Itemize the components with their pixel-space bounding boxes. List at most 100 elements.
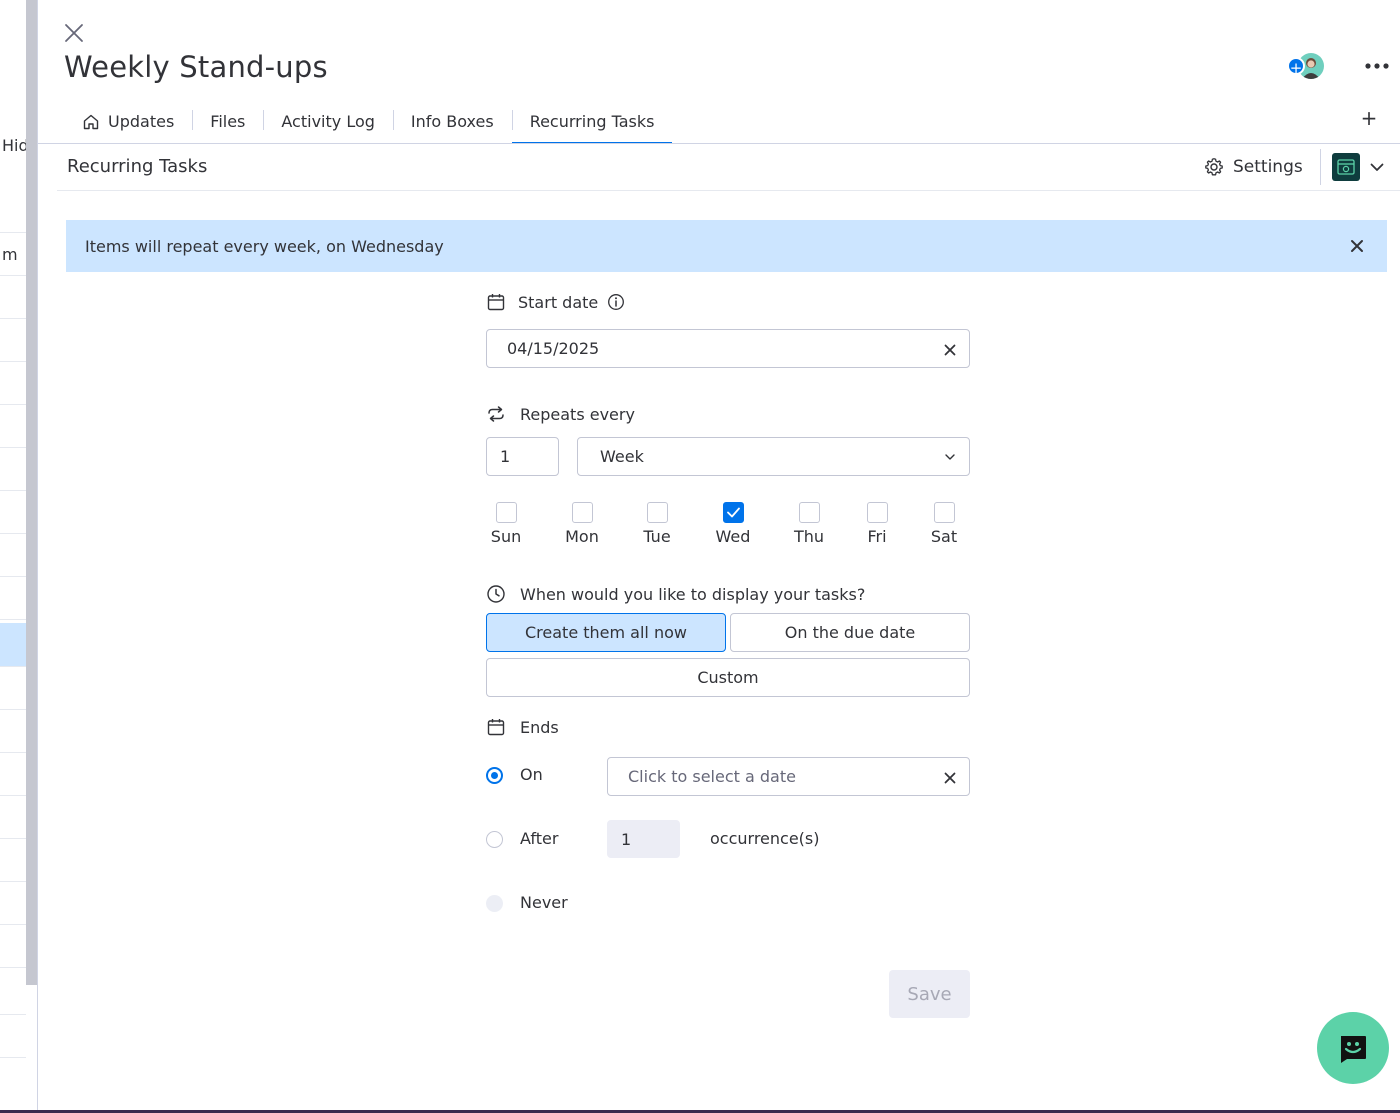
day-sun[interactable]: Sun xyxy=(486,502,526,546)
day-tue[interactable]: Tue xyxy=(637,502,677,546)
recurring-app-icon[interactable] xyxy=(1332,153,1360,181)
board-row-line xyxy=(0,666,26,667)
day-wed[interactable]: Wed xyxy=(713,502,753,546)
end-date-input[interactable]: Click to select a date xyxy=(607,757,970,796)
item-panel: Weekly Stand-ups + Updates Files Activit… xyxy=(38,0,1400,1110)
board-row-line xyxy=(0,795,26,796)
day-label: Wed xyxy=(715,527,751,546)
banner-text: Items will repeat every week, on Wednesd… xyxy=(85,236,444,256)
day-checkbox[interactable] xyxy=(866,502,888,523)
tab-updates[interactable]: Updates xyxy=(64,100,192,143)
occurrences-input[interactable]: 1 xyxy=(607,820,680,858)
on-due-date-button[interactable]: On the due date xyxy=(730,613,970,652)
ends-label: Ends xyxy=(520,717,559,737)
day-checkbox[interactable] xyxy=(571,502,593,523)
board-row-line xyxy=(0,275,26,276)
tab-label: Updates xyxy=(108,112,175,131)
board-row-line xyxy=(0,447,26,448)
tab-files[interactable]: Files xyxy=(192,100,263,143)
day-checkbox[interactable] xyxy=(495,502,517,523)
tab-recurring-tasks[interactable]: Recurring Tasks xyxy=(511,100,673,144)
more-options-icon[interactable] xyxy=(1363,54,1391,78)
board-text-fragment: Hid xyxy=(2,136,29,155)
repeats-label-row: Repeats every xyxy=(486,404,635,424)
clear-icon[interactable] xyxy=(943,342,957,356)
calendar-icon xyxy=(487,719,505,736)
ends-never-label: Never xyxy=(520,893,568,912)
ends-after-radio[interactable] xyxy=(486,831,503,848)
board-row-line xyxy=(0,619,26,620)
repeat-unit-value: Week xyxy=(600,447,644,466)
save-button[interactable]: Save xyxy=(889,970,970,1018)
panel-tabs: Updates Files Activity Log Info Boxes Re… xyxy=(64,100,673,144)
custom-button[interactable]: Custom xyxy=(486,658,970,697)
tab-activity-log[interactable]: Activity Log xyxy=(263,100,393,143)
day-label: Fri xyxy=(867,527,887,546)
close-icon[interactable] xyxy=(62,21,86,45)
weekday-selector: Sun Mon Tue Wed Thu Fri Sat xyxy=(486,502,970,548)
day-label: Mon xyxy=(565,527,599,546)
ends-never-radio[interactable] xyxy=(486,895,503,912)
section-title: Recurring Tasks xyxy=(67,156,208,177)
end-date-placeholder: Click to select a date xyxy=(628,767,796,786)
chevron-down-icon[interactable] xyxy=(1368,158,1386,176)
info-icon[interactable] xyxy=(607,293,625,311)
subscribers[interactable]: + xyxy=(1287,52,1324,80)
board-row-line xyxy=(0,967,26,968)
repeat-unit-select[interactable]: Week xyxy=(577,437,970,476)
option-label: Custom xyxy=(697,668,759,687)
ends-on-radio[interactable] xyxy=(486,767,503,784)
board-row-line xyxy=(0,533,26,534)
tabs-divider xyxy=(38,143,1400,144)
tab-info-boxes[interactable]: Info Boxes xyxy=(392,100,512,143)
day-label: Sat xyxy=(930,527,958,546)
help-chat-button[interactable] xyxy=(1317,1012,1389,1084)
start-date-input[interactable]: 04/15/2025 xyxy=(486,329,970,368)
chevron-down-icon xyxy=(945,454,955,460)
repeats-label: Repeats every xyxy=(520,404,635,424)
day-checkbox[interactable] xyxy=(798,502,820,523)
home-icon xyxy=(83,114,99,129)
board-row-line xyxy=(0,1014,26,1015)
tab-label: Recurring Tasks xyxy=(529,112,655,131)
day-label: Thu xyxy=(793,527,825,546)
calendar-icon xyxy=(487,294,505,311)
tab-label: Activity Log xyxy=(281,112,375,131)
day-mon[interactable]: Mon xyxy=(562,502,602,546)
add-tab-button[interactable]: + xyxy=(1358,106,1380,130)
board-row-line xyxy=(0,752,26,753)
display-question: When would you like to display your task… xyxy=(520,584,866,604)
day-thu[interactable]: Thu xyxy=(789,502,829,546)
info-banner: Items will repeat every week, on Wednesd… xyxy=(66,220,1387,272)
board-row-line xyxy=(0,361,26,362)
repeat-icon xyxy=(488,406,504,422)
clock-icon xyxy=(487,585,505,603)
day-checkbox[interactable] xyxy=(722,502,744,523)
ends-label-row: Ends xyxy=(486,717,559,737)
page-title: Weekly Stand-ups xyxy=(64,50,328,84)
board-selected-row[interactable] xyxy=(0,623,26,666)
ends-after-label: After xyxy=(520,829,559,848)
board-row-line xyxy=(0,838,26,839)
day-fri[interactable]: Fri xyxy=(857,502,897,546)
day-checkbox[interactable] xyxy=(933,502,955,523)
header-separator xyxy=(1320,149,1321,185)
add-subscriber-icon[interactable]: + xyxy=(1287,57,1305,77)
start-date-label-row: Start date xyxy=(486,292,625,312)
board-row-line xyxy=(0,881,26,882)
day-checkbox[interactable] xyxy=(646,502,668,523)
start-date-label: Start date xyxy=(518,292,599,312)
option-label: Create them all now xyxy=(525,623,687,642)
repeat-interval-value: 1 xyxy=(500,447,511,466)
day-sat[interactable]: Sat xyxy=(924,502,964,546)
repeat-interval-input[interactable]: 1 xyxy=(486,437,559,476)
settings-button[interactable]: Settings xyxy=(1204,152,1303,182)
clear-icon[interactable] xyxy=(943,770,957,784)
display-question-row: When would you like to display your task… xyxy=(486,584,865,604)
day-label: Sun xyxy=(490,527,522,546)
close-icon[interactable] xyxy=(1349,238,1365,254)
board-row-line xyxy=(0,318,26,319)
tab-label: Files xyxy=(210,112,246,131)
create-all-now-button[interactable]: Create them all now xyxy=(486,613,726,652)
chat-face-icon xyxy=(1341,1036,1366,1063)
